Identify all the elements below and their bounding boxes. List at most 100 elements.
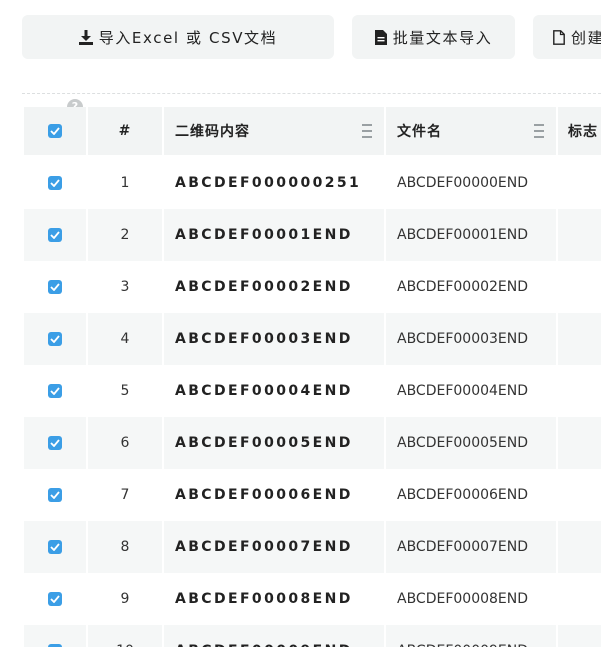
row-tag xyxy=(558,417,601,469)
qr-content-text: ABCDEF00002END xyxy=(175,279,353,295)
qr-content-text: ABCDEF00001END xyxy=(175,227,353,243)
row-index: 10 xyxy=(88,625,164,647)
file-name-text: ABCDEF00007END xyxy=(397,539,529,555)
table-row: 10 ABCDEF00009END ABCDEF00009END xyxy=(24,625,601,647)
row-file-name: ABCDEF00007END xyxy=(386,521,558,573)
row-checkbox[interactable] xyxy=(24,417,88,469)
table-row: 6 ABCDEF00005END ABCDEF00005END xyxy=(24,417,601,469)
table-row: 2 ABCDEF00001END ABCDEF00001END xyxy=(24,209,601,261)
row-checkbox[interactable] xyxy=(24,313,88,365)
table-row: 3 ABCDEF00002END ABCDEF00002END xyxy=(24,261,601,313)
qr-content-text: ABCDEF00008END xyxy=(175,591,353,607)
row-tag xyxy=(558,157,601,209)
checkbox-checked-icon xyxy=(48,228,62,242)
row-file-name: ABCDEF00004END xyxy=(386,365,558,417)
column-menu-icon[interactable] xyxy=(362,124,372,138)
row-tag xyxy=(558,573,601,625)
row-file-name: ABCDEF00006END xyxy=(386,469,558,521)
qr-content-text: ABCDEF00006END xyxy=(175,487,353,503)
row-index: 1 xyxy=(88,157,164,209)
row-qr-content: ABCDEF00002END xyxy=(164,261,386,313)
row-tag xyxy=(558,625,601,647)
row-file-name: ABCDEF00003END xyxy=(386,313,558,365)
table-row: 5 ABCDEF00004END ABCDEF00004END xyxy=(24,365,601,417)
table-row: 4 ABCDEF00003END ABCDEF00003END xyxy=(24,313,601,365)
row-tag xyxy=(558,469,601,521)
row-qr-content: ABCDEF00009END xyxy=(164,625,386,647)
qr-content-text: ABCDEF000000251 xyxy=(175,175,362,191)
import-excel-button[interactable]: 导入Excel 或 CSV文档 xyxy=(22,15,334,59)
checkbox-checked-icon xyxy=(48,124,62,138)
column-menu-icon[interactable] xyxy=(534,124,544,138)
row-checkbox[interactable] xyxy=(24,573,88,625)
batch-import-label: 批量文本导入 xyxy=(392,28,493,47)
row-qr-content: ABCDEF00006END xyxy=(164,469,386,521)
table-header-row: # 二维码内容 文件名 标志 xyxy=(24,107,601,157)
checkbox-checked-icon xyxy=(48,592,62,606)
table-body: 1 ABCDEF000000251 ABCDEF00000END 2 ABCDE… xyxy=(24,157,601,647)
file-name-text: ABCDEF00000END xyxy=(397,175,529,191)
qr-content-text: ABCDEF00007END xyxy=(175,539,353,555)
row-index: 3 xyxy=(88,261,164,313)
row-file-name: ABCDEF00008END xyxy=(386,573,558,625)
checkbox-checked-icon xyxy=(48,436,62,450)
file-text-icon xyxy=(374,29,387,45)
table-row: 1 ABCDEF000000251 ABCDEF00000END xyxy=(24,157,601,209)
file-name-text: ABCDEF00004END xyxy=(397,383,529,399)
row-qr-content: ABCDEF00007END xyxy=(164,521,386,573)
row-index: 8 xyxy=(88,521,164,573)
row-index: 9 xyxy=(88,573,164,625)
row-file-name: ABCDEF00009END xyxy=(386,625,558,647)
qr-batch-page: 导入Excel 或 CSV文档 批量文本导入 创建 ? xyxy=(0,0,601,647)
qr-content-text: ABCDEF00009END xyxy=(175,643,353,647)
row-tag xyxy=(558,261,601,313)
row-file-name: ABCDEF00000END xyxy=(386,157,558,209)
row-index: 4 xyxy=(88,313,164,365)
section-divider xyxy=(22,93,601,94)
file-name-text: ABCDEF00006END xyxy=(397,487,529,503)
row-checkbox[interactable] xyxy=(24,365,88,417)
table-row: 8 ABCDEF00007END ABCDEF00007END xyxy=(24,521,601,573)
checkbox-checked-icon xyxy=(48,540,62,554)
qr-content-text: ABCDEF00005END xyxy=(175,435,353,451)
toolbar: 导入Excel 或 CSV文档 批量文本导入 创建 xyxy=(22,15,601,59)
row-index: 2 xyxy=(88,209,164,261)
qr-data-table: # 二维码内容 文件名 标志 1 ABCDEF000000251 ABCDEF0… xyxy=(24,107,601,647)
checkbox-checked-icon xyxy=(48,332,62,346)
header-tag: 标志 xyxy=(558,107,601,157)
select-all-checkbox[interactable] xyxy=(24,107,88,157)
row-checkbox[interactable] xyxy=(24,209,88,261)
row-checkbox[interactable] xyxy=(24,625,88,647)
create-button[interactable]: 创建 xyxy=(533,15,601,59)
checkbox-checked-icon xyxy=(48,384,62,398)
row-checkbox[interactable] xyxy=(24,261,88,313)
row-checkbox[interactable] xyxy=(24,469,88,521)
row-tag xyxy=(558,313,601,365)
download-icon xyxy=(78,29,93,45)
checkbox-checked-icon xyxy=(48,488,62,502)
file-name-text: ABCDEF00005END xyxy=(397,435,529,451)
row-file-name: ABCDEF00002END xyxy=(386,261,558,313)
file-name-text: ABCDEF00002END xyxy=(397,279,529,295)
row-qr-content: ABCDEF000000251 xyxy=(164,157,386,209)
header-qr-content: 二维码内容 xyxy=(164,107,386,157)
file-name-text: ABCDEF00001END xyxy=(397,227,529,243)
header-file-name: 文件名 xyxy=(386,107,558,157)
batch-import-button[interactable]: 批量文本导入 xyxy=(352,15,515,59)
header-index: # xyxy=(88,107,164,157)
create-label: 创建 xyxy=(571,28,601,47)
file-name-text: ABCDEF00009END xyxy=(397,643,528,647)
row-file-name: ABCDEF00001END xyxy=(386,209,558,261)
file-name-text: ABCDEF00003END xyxy=(397,331,529,347)
row-tag xyxy=(558,209,601,261)
row-qr-content: ABCDEF00004END xyxy=(164,365,386,417)
row-checkbox[interactable] xyxy=(24,521,88,573)
row-index: 7 xyxy=(88,469,164,521)
row-checkbox[interactable] xyxy=(24,157,88,209)
table-row: 7 ABCDEF00006END ABCDEF00006END xyxy=(24,469,601,521)
table-row: 9 ABCDEF00008END ABCDEF00008END xyxy=(24,573,601,625)
row-index: 5 xyxy=(88,365,164,417)
row-qr-content: ABCDEF00008END xyxy=(164,573,386,625)
qr-content-text: ABCDEF00003END xyxy=(175,331,353,347)
file-name-text: ABCDEF00008END xyxy=(397,591,529,607)
